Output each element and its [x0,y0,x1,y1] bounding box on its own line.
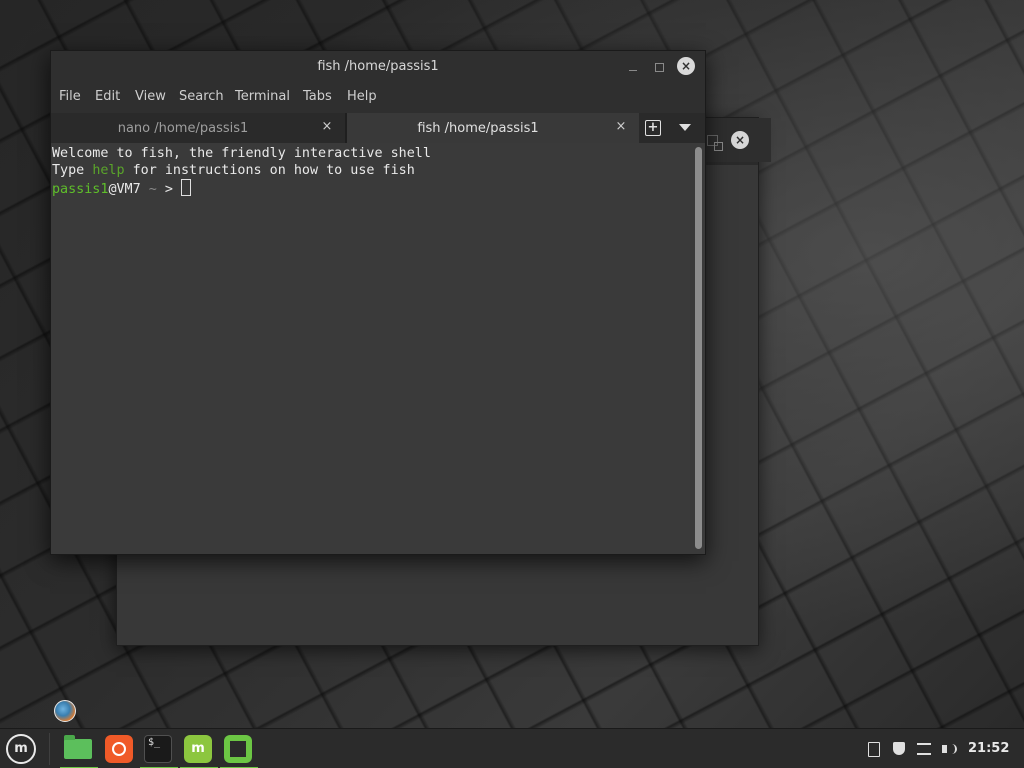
firefox-icon[interactable] [103,734,135,764]
tabs-dropdown-icon[interactable] [679,124,691,131]
menu-view[interactable]: View [135,89,166,104]
tab-nano-label: nano /home/passis1 [117,121,249,136]
help-line-prefix: Type [52,163,93,178]
mint-menu-icon[interactable]: m [6,734,36,764]
terminal-output[interactable]: Welcome to fish, the friendly interactiv… [51,143,705,554]
terminal-text: Welcome to fish, the friendly interactiv… [52,145,431,198]
taskbar: m $_ m 21:52 [0,728,1024,768]
tab-fish-close-icon[interactable]: × [613,119,629,135]
menu-terminal[interactable]: Terminal [235,89,290,104]
background-window-maximize-button[interactable] [707,135,723,151]
welcome-line: Welcome to fish, the friendly interactiv… [52,146,431,161]
help-keyword: help [92,163,125,178]
terminal-window[interactable]: fish /home/passis1 × File Edit View Sear… [50,50,706,555]
prompt-user: passis1 [52,182,109,197]
clock[interactable]: 21:52 [968,741,1009,756]
background-window-close-button[interactable]: × [731,131,749,149]
window-title: fish /home/passis1 [317,59,439,74]
tab-fish[interactable]: fish /home/passis1 × [347,113,639,143]
new-tab-button[interactable]: + [645,120,661,136]
maximize-button[interactable] [649,57,669,77]
terminal-icon[interactable]: $_ [140,734,178,768]
desktop-app-icon[interactable] [54,700,76,722]
tab-bar: nano /home/passis1 × fish /home/passis1 … [51,113,705,143]
prompt-symbol: > [164,182,173,197]
close-button[interactable]: × [677,57,695,75]
taskbar-separator [49,733,50,765]
terminal-scrollbar[interactable] [695,147,702,549]
terminal-cursor [181,179,191,196]
shield-icon[interactable] [891,741,907,757]
folder-icon[interactable] [60,734,98,768]
prompt-host: @VM7 [108,182,141,197]
tab-nano-close-icon[interactable]: × [319,119,335,135]
tab-fish-label: fish /home/passis1 [417,121,539,136]
mint-update-icon[interactable]: m [180,734,218,768]
menu-bar: File Edit View Search Terminal Tabs Help [51,83,705,111]
volume-icon[interactable] [941,741,957,757]
menu-file[interactable]: File [59,89,81,104]
window-titlebar[interactable]: fish /home/passis1 × [51,51,705,83]
prompt-path: ~ [140,182,157,197]
menu-search[interactable]: Search [179,89,224,104]
help-line-suffix: for instructions on how to use fish [124,163,415,178]
tab-nano[interactable]: nano /home/passis1 × [51,113,345,143]
menu-help[interactable]: Help [347,89,377,104]
network-icon[interactable] [916,741,932,757]
minimize-button[interactable] [623,57,643,77]
window-icon[interactable] [220,734,258,768]
menu-edit[interactable]: Edit [95,89,120,104]
menu-tabs[interactable]: Tabs [303,89,332,104]
clipboard-icon[interactable] [866,741,882,757]
